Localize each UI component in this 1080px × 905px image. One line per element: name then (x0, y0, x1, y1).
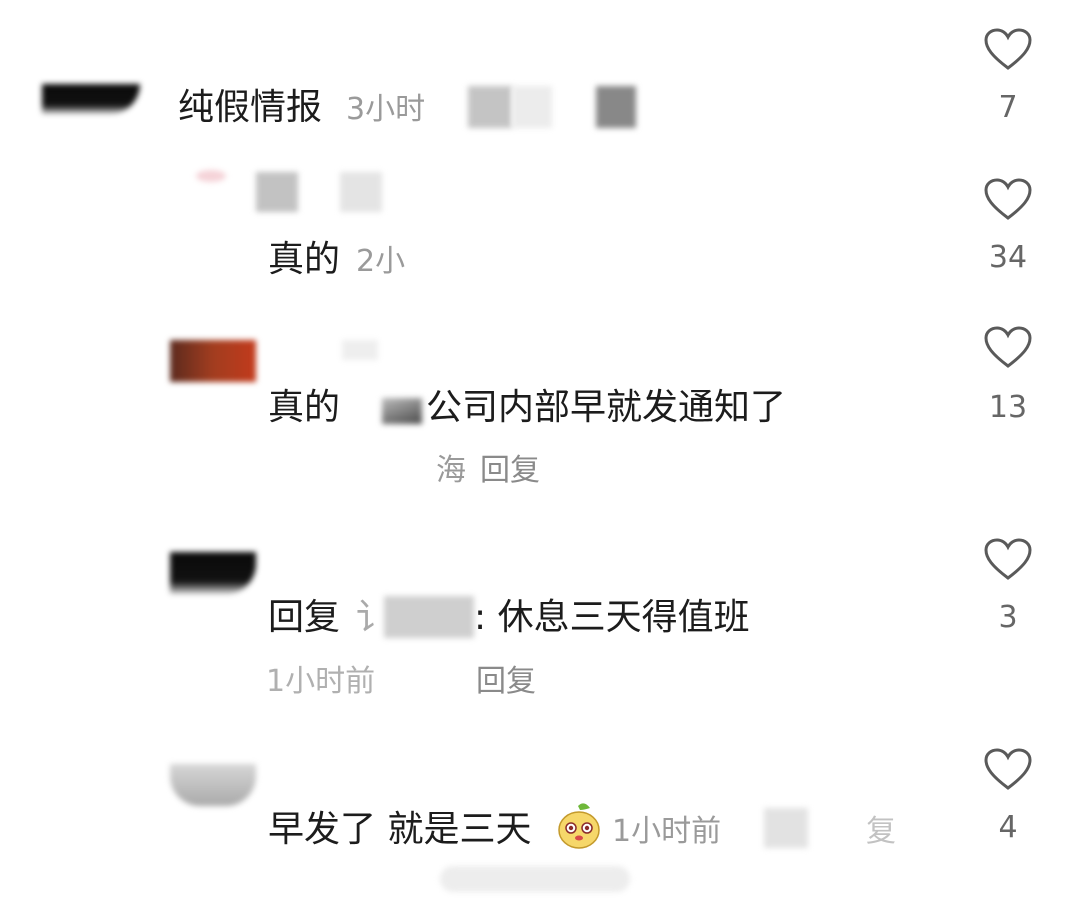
redacted-block (384, 596, 474, 638)
comment-location: 海 (436, 453, 466, 488)
heart-outline-icon[interactable] (984, 538, 1032, 582)
reply-button[interactable]: 回复 (476, 664, 536, 700)
avatar[interactable] (42, 84, 140, 114)
avatar[interactable] (170, 552, 256, 594)
redacted-block (764, 808, 808, 848)
comment-text: 真的 (268, 239, 341, 280)
comment-text: 纯假情报 (178, 87, 323, 128)
redacted-block (468, 86, 512, 128)
comment-time: 2小 (356, 244, 406, 279)
comment-text: 早发了 就是三天 (268, 809, 532, 850)
heart-outline-icon[interactable] (984, 748, 1032, 792)
comment-text: 真的 (268, 387, 341, 428)
avatar[interactable] (170, 764, 256, 806)
peach-face-emoji (556, 802, 602, 850)
reply-button[interactable]: 复 (866, 814, 896, 850)
redacted-block (440, 866, 630, 892)
redacted-block (596, 86, 636, 128)
avatar[interactable] (196, 170, 226, 182)
comment-text: 公司内部早就发通知了 (426, 387, 787, 428)
like-count: 13 (988, 390, 1028, 425)
redacted-block (340, 172, 382, 212)
comment-text: : 休息三天得值班 (474, 597, 750, 638)
redacted-block (342, 340, 378, 360)
reply-button[interactable]: 回复 (480, 453, 540, 489)
comment-time: 1小时前 (612, 814, 722, 849)
like-count: 7 (998, 90, 1018, 125)
avatar[interactable] (170, 340, 256, 382)
redacted-block (256, 172, 298, 212)
redacted-block (382, 398, 422, 424)
heart-outline-icon[interactable] (984, 178, 1032, 222)
heart-outline-icon[interactable] (984, 326, 1032, 370)
redacted-block (512, 86, 552, 128)
like-count: 4 (998, 810, 1018, 845)
like-count: 3 (998, 600, 1018, 635)
heart-outline-icon[interactable] (984, 28, 1032, 72)
like-count: 34 (988, 240, 1028, 275)
comment-time: 3小时 (346, 92, 426, 127)
comment-time: 1小时前 (266, 664, 376, 699)
reply-prefix: 回复 (268, 597, 341, 638)
